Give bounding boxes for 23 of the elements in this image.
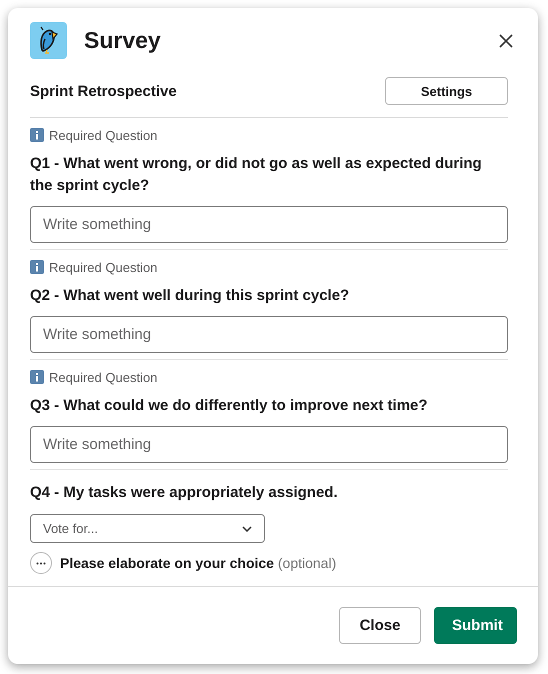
close-button[interactable]: Close — [339, 607, 421, 644]
question-label: Q2 - What went well during this sprint cycle? — [30, 286, 350, 306]
elaborate-prompt: Please elaborate on your choice (optional) — [60, 555, 336, 571]
required-note: Required Question — [49, 128, 158, 142]
chevron-down-icon — [242, 526, 252, 532]
parrot-icon — [30, 22, 67, 59]
answer-field[interactable]: Write something — [30, 316, 508, 353]
close-icon[interactable] — [498, 32, 514, 48]
survey-name: Sprint Retrospective — [30, 82, 177, 100]
question-label: Q1 - What went wrong, or did not go as well as expected during the sprint cycle? — [30, 154, 483, 196]
vote-dropdown[interactable]: Vote for... — [30, 514, 265, 543]
question-label: Q3 - What could we do differently to improve next time? — [30, 396, 429, 416]
info-icon — [30, 128, 44, 142]
answer-field[interactable]: Write something — [30, 426, 508, 463]
answer-field[interactable]: Write something — [30, 206, 508, 243]
info-icon — [30, 260, 44, 274]
required-note: Required Question — [49, 370, 158, 384]
dialog-title: Survey — [84, 27, 162, 54]
settings-button[interactable]: Settings — [385, 77, 508, 105]
required-note: Required Question — [49, 260, 158, 274]
info-icon — [30, 370, 44, 384]
question-label: Q4 - My tasks were appropriately assigned. — [30, 483, 339, 503]
submit-button[interactable]: Submit — [434, 607, 517, 644]
